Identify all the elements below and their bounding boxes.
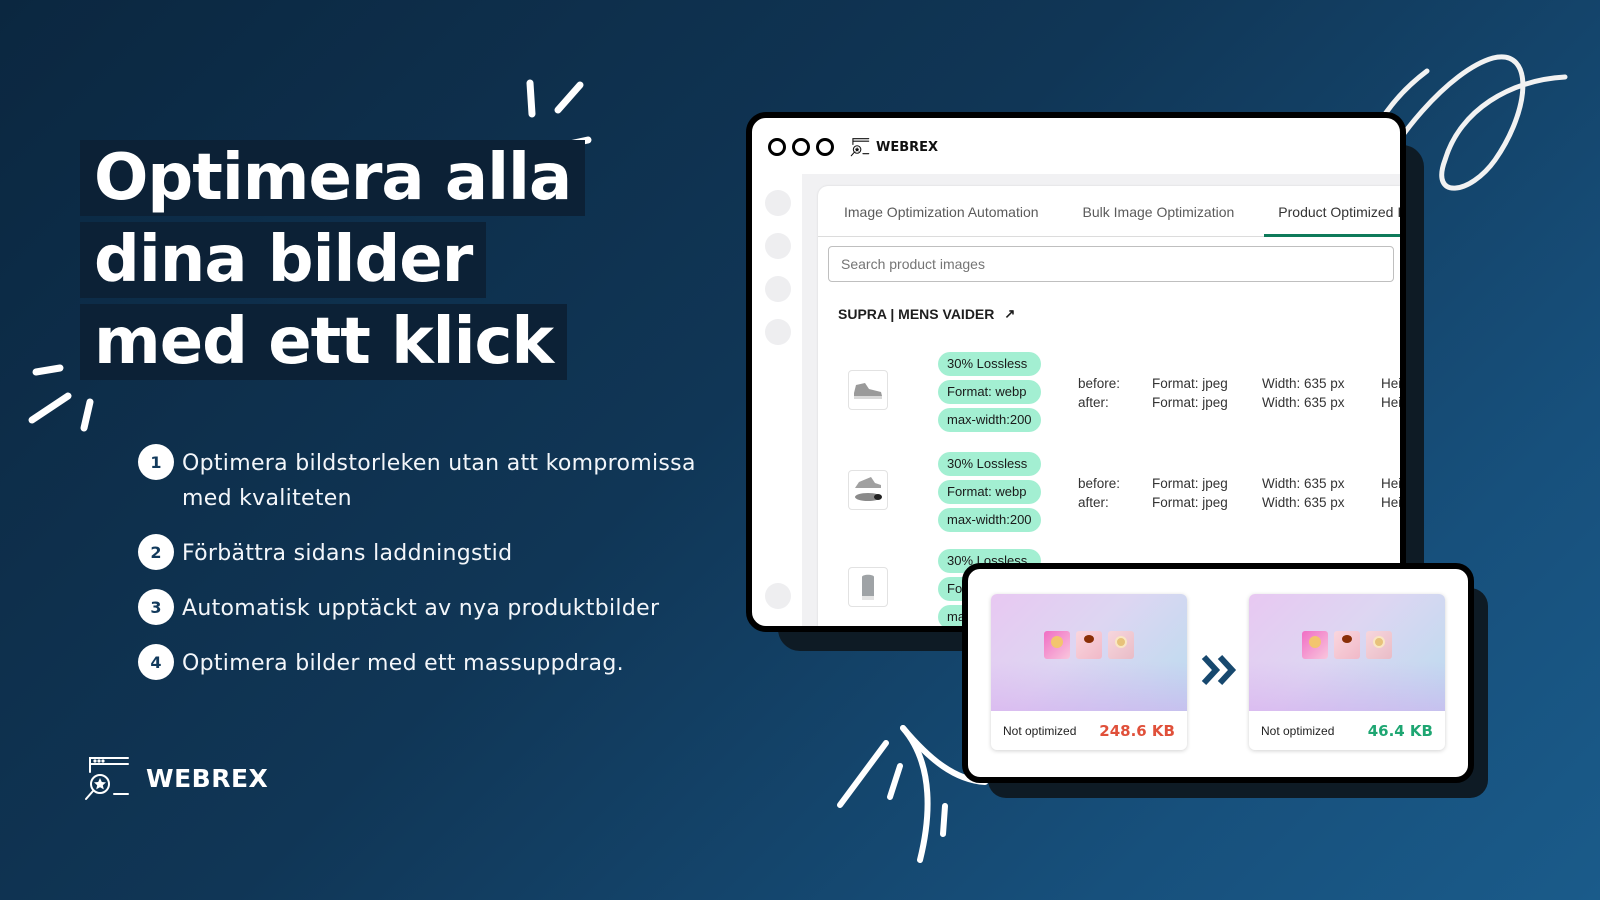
headline-line-1: Optimera alla [80, 140, 586, 216]
sidebar-nav-item[interactable] [765, 583, 791, 609]
after-label: after: [1078, 395, 1109, 410]
sidebar-nav-item[interactable] [765, 233, 791, 259]
headline-line-3: med ett klick [80, 304, 567, 380]
product-thumbnail[interactable] [848, 370, 888, 410]
before-label: before: [1078, 376, 1121, 391]
optimization-tags: 30% Lossless Format: webp max-width:200 [938, 452, 1041, 536]
sneaker-back-image [862, 574, 874, 600]
feature-item: 4 Optimera bilder med ett massuppdrag. [138, 644, 718, 681]
window-titlebar: WEBREX [752, 118, 1400, 176]
before-image-preview [991, 594, 1187, 711]
sidebar-nav-item[interactable] [765, 319, 791, 345]
after-height: Hei [1381, 495, 1402, 510]
feature-text: Förbättra sidans laddningstid [182, 541, 513, 566]
feature-number-badge: 4 [138, 644, 174, 680]
after-width: Width: 635 px [1262, 495, 1345, 510]
double-chevron-right-icon [1201, 654, 1237, 686]
after-file-size: 46.4 KB [1367, 721, 1433, 740]
optimization-tags: 30% Lossless Format: webp max-width:200 [938, 352, 1041, 436]
app-logo-text: WEBREX [876, 139, 939, 155]
sidebar [752, 176, 802, 626]
before-label: before: [1078, 476, 1121, 491]
webrex-logo-icon [850, 138, 870, 157]
app-window: WEBREX Image Optimization Automation Bul… [746, 112, 1406, 632]
webrex-logo-icon [85, 757, 129, 800]
feature-number-badge: 3 [138, 589, 174, 625]
before-file-size: 248.6 KB [1099, 721, 1175, 740]
feature-item: 3 Automatisk upptäckt av nya produktbild… [138, 589, 718, 626]
image-row: 30% Lossless Format: webp max-width:200 … [818, 444, 1400, 544]
feature-number-badge: 1 [138, 444, 174, 480]
before-height: Hei [1381, 376, 1402, 391]
tab-bulk-image-optimization[interactable]: Bulk Image Optimization [1057, 186, 1253, 236]
after-status: Not optimized [1261, 723, 1335, 738]
app-logo: WEBREX [850, 137, 938, 157]
main-panel: Image Optimization Automation Bulk Image… [818, 186, 1400, 626]
feature-item: 1 Optimera bildstorleken utan att kompro… [138, 444, 718, 516]
before-status: Not optimized [1003, 723, 1077, 738]
window-control-dot[interactable] [816, 138, 834, 156]
before-format: Format: jpeg [1152, 376, 1228, 391]
product-title: SUPRA | MENS VAIDER ↗ [838, 306, 1015, 322]
window-control-dot[interactable] [768, 138, 786, 156]
search-input[interactable] [828, 246, 1394, 282]
feature-text: Optimera bilder med ett massuppdrag. [182, 651, 624, 676]
tag-max-width: max-width:200 [938, 408, 1041, 432]
product-thumbnail[interactable] [848, 567, 888, 607]
before-width: Width: 635 px [1262, 476, 1345, 491]
feature-text: Optimera bildstorleken utan att kompromi… [182, 451, 696, 511]
feature-list: 1 Optimera bildstorleken utan att kompro… [138, 444, 718, 701]
sidebar-nav-item[interactable] [765, 276, 791, 302]
product-name: SUPRA | MENS VAIDER [838, 306, 995, 322]
after-width: Width: 635 px [1262, 395, 1345, 410]
feature-item: 2 Förbättra sidans laddningstid [138, 534, 718, 571]
brand-logo: WEBREX [84, 754, 268, 802]
tag-compression: 30% Lossless [938, 452, 1041, 476]
after-image-preview [1249, 594, 1445, 711]
tag-compression: 30% Lossless [938, 352, 1041, 376]
brand-name: WEBREX [146, 763, 269, 793]
headline: Optimera alla dina bilder med ett klick [80, 140, 586, 386]
sneaker-side-image [854, 383, 882, 399]
sidebar-nav-item[interactable] [765, 190, 791, 216]
after-height: Hei [1381, 395, 1402, 410]
feature-text: Automatisk upptäckt av nya produktbilder [182, 596, 660, 621]
before-height: Hei [1381, 476, 1402, 491]
before-image-card: Not optimized 248.6 KB [991, 594, 1187, 750]
cubes-image [1302, 631, 1392, 660]
product-thumbnail[interactable] [848, 470, 888, 510]
comparison-card: Not optimized 248.6 KB Not optimized 46.… [962, 563, 1474, 783]
tab-bar: Image Optimization Automation Bulk Image… [818, 186, 1400, 237]
tab-image-optimization-automation[interactable]: Image Optimization Automation [818, 186, 1057, 236]
before-width: Width: 635 px [1262, 376, 1345, 391]
after-label: after: [1078, 495, 1109, 510]
cubes-image [1044, 631, 1134, 660]
after-format: Format: jpeg [1152, 495, 1228, 510]
sneaker-pair-image [855, 477, 882, 501]
headline-line-2: dina bilder [80, 222, 487, 298]
window-control-dot[interactable] [792, 138, 810, 156]
tab-product-optimized-images[interactable]: Product Optimized Im [1252, 186, 1400, 237]
image-row: 30% Lossless Format: webp max-width:200 … [818, 344, 1400, 444]
after-image-card: Not optimized 46.4 KB [1249, 594, 1445, 750]
before-format: Format: jpeg [1152, 476, 1228, 491]
tag-format: Format: webp [938, 480, 1041, 504]
tag-max-width: max-width:200 [938, 508, 1041, 532]
feature-number-badge: 2 [138, 534, 174, 570]
tag-format: Format: webp [938, 380, 1041, 404]
external-link-icon[interactable]: ↗ [1004, 306, 1015, 322]
after-format: Format: jpeg [1152, 395, 1228, 410]
